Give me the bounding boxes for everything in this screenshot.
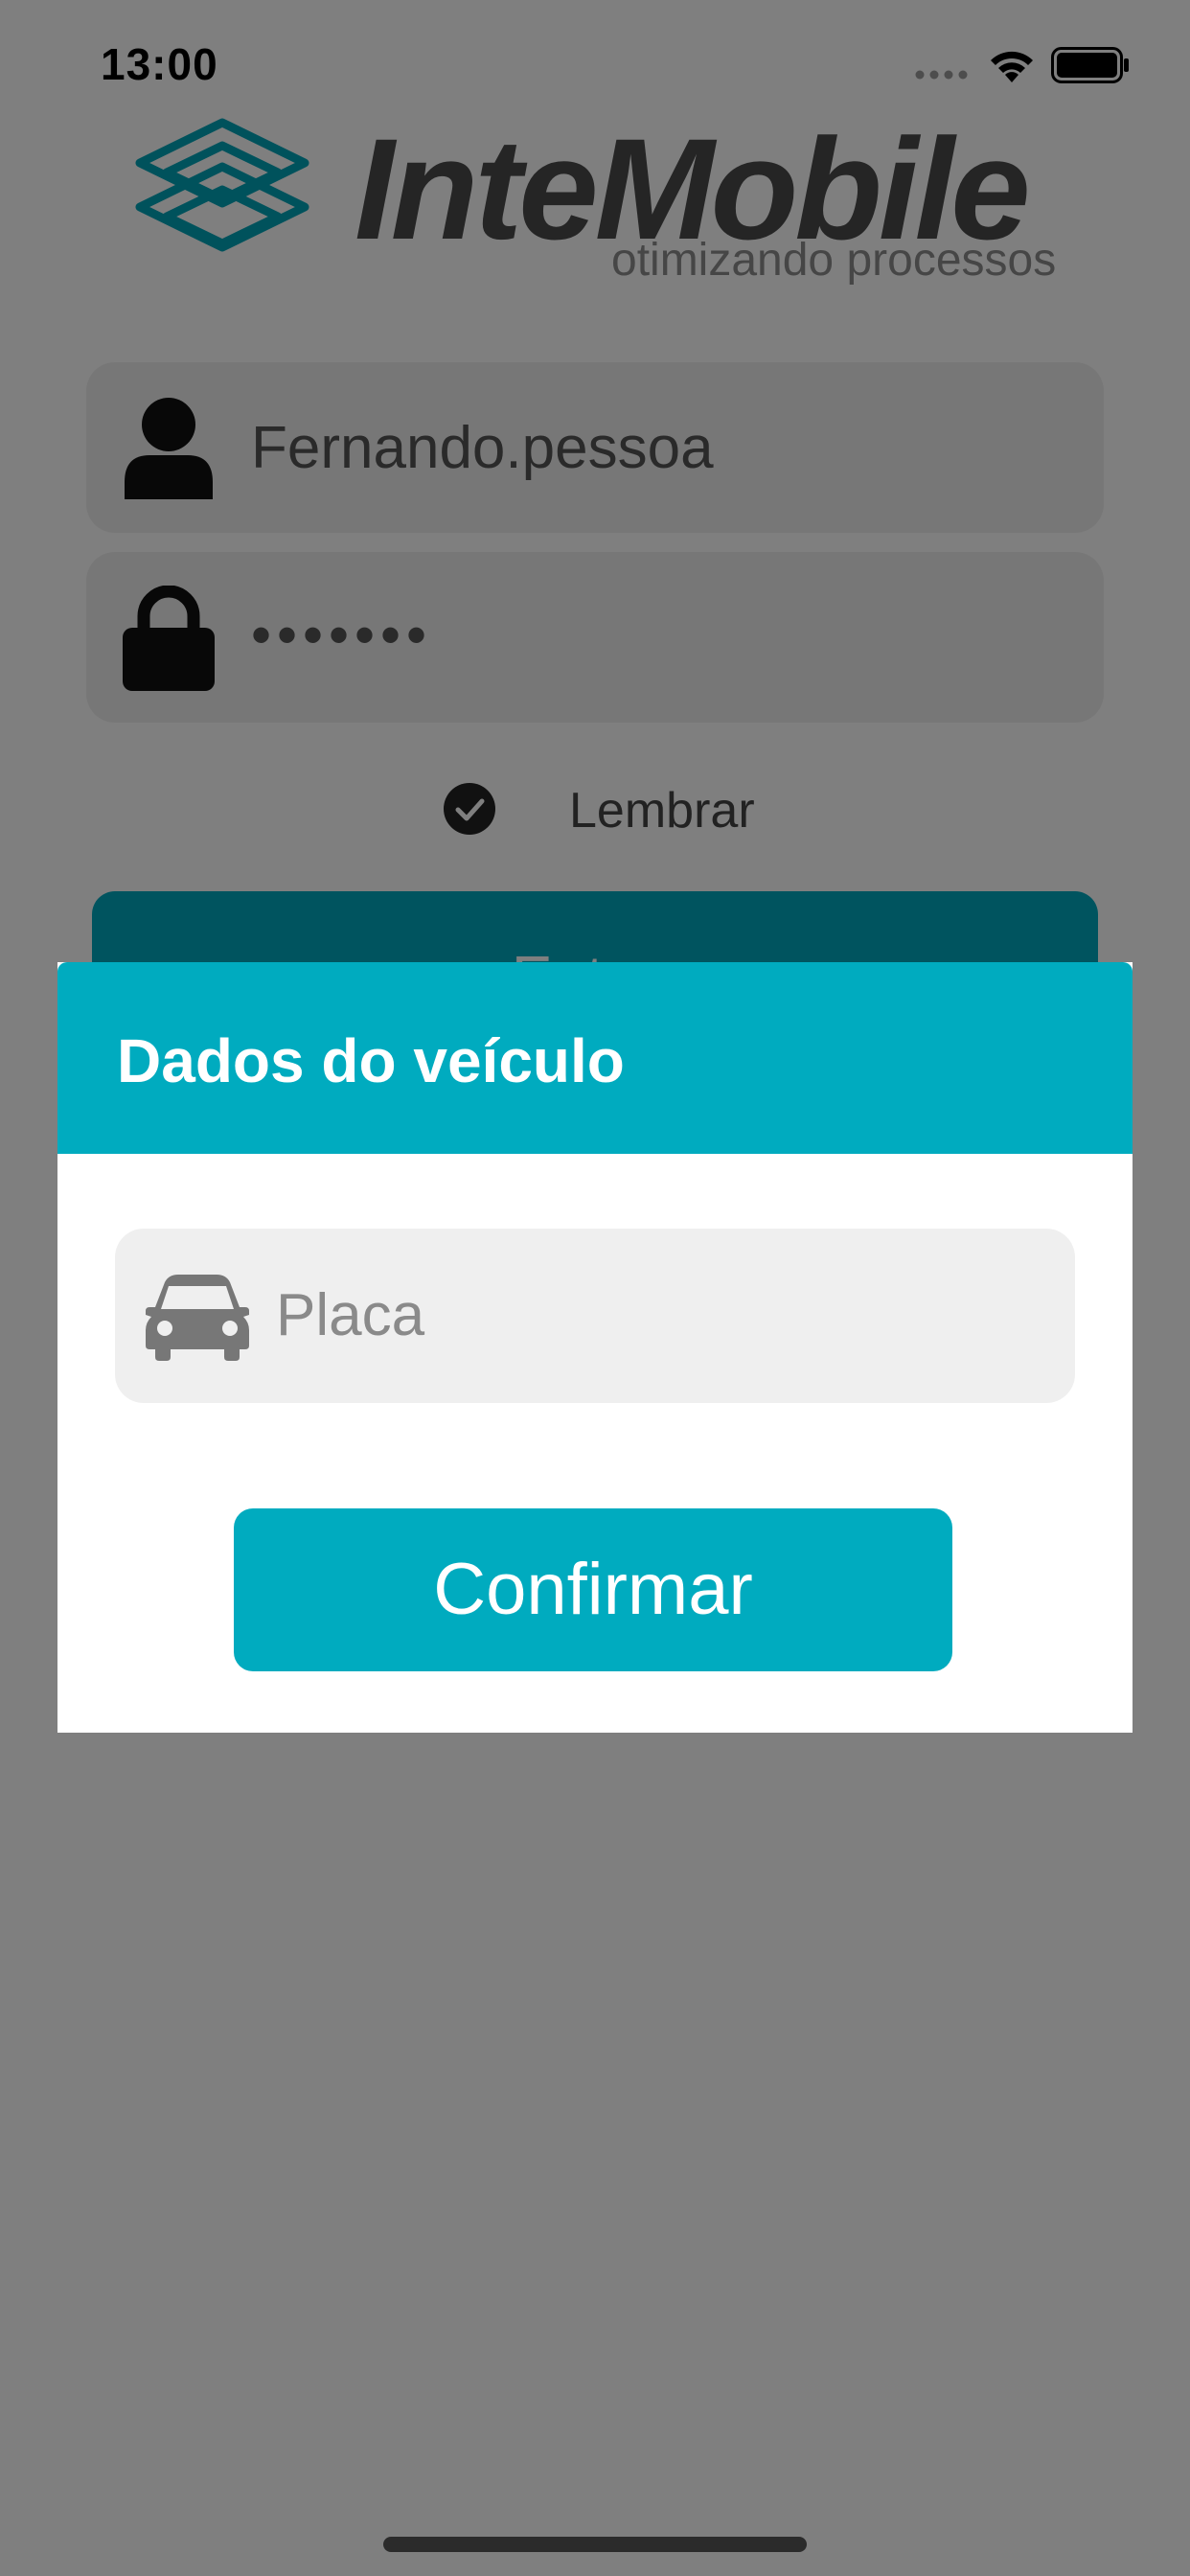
confirm-button[interactable]: Confirmar (234, 1508, 952, 1671)
car-icon (146, 1275, 249, 1361)
dialog-title: Dados do veículo (117, 1026, 625, 1095)
plate-field[interactable] (115, 1229, 1075, 1403)
dialog-header: Dados do veículo (57, 962, 1133, 1154)
plate-input[interactable] (276, 1267, 1042, 1363)
home-indicator[interactable] (383, 2537, 807, 2552)
login-screen: 13:00 InteMobile otimizan (0, 0, 1190, 2576)
vehicle-data-dialog: Dados do veículo Confirmar (57, 962, 1133, 1733)
